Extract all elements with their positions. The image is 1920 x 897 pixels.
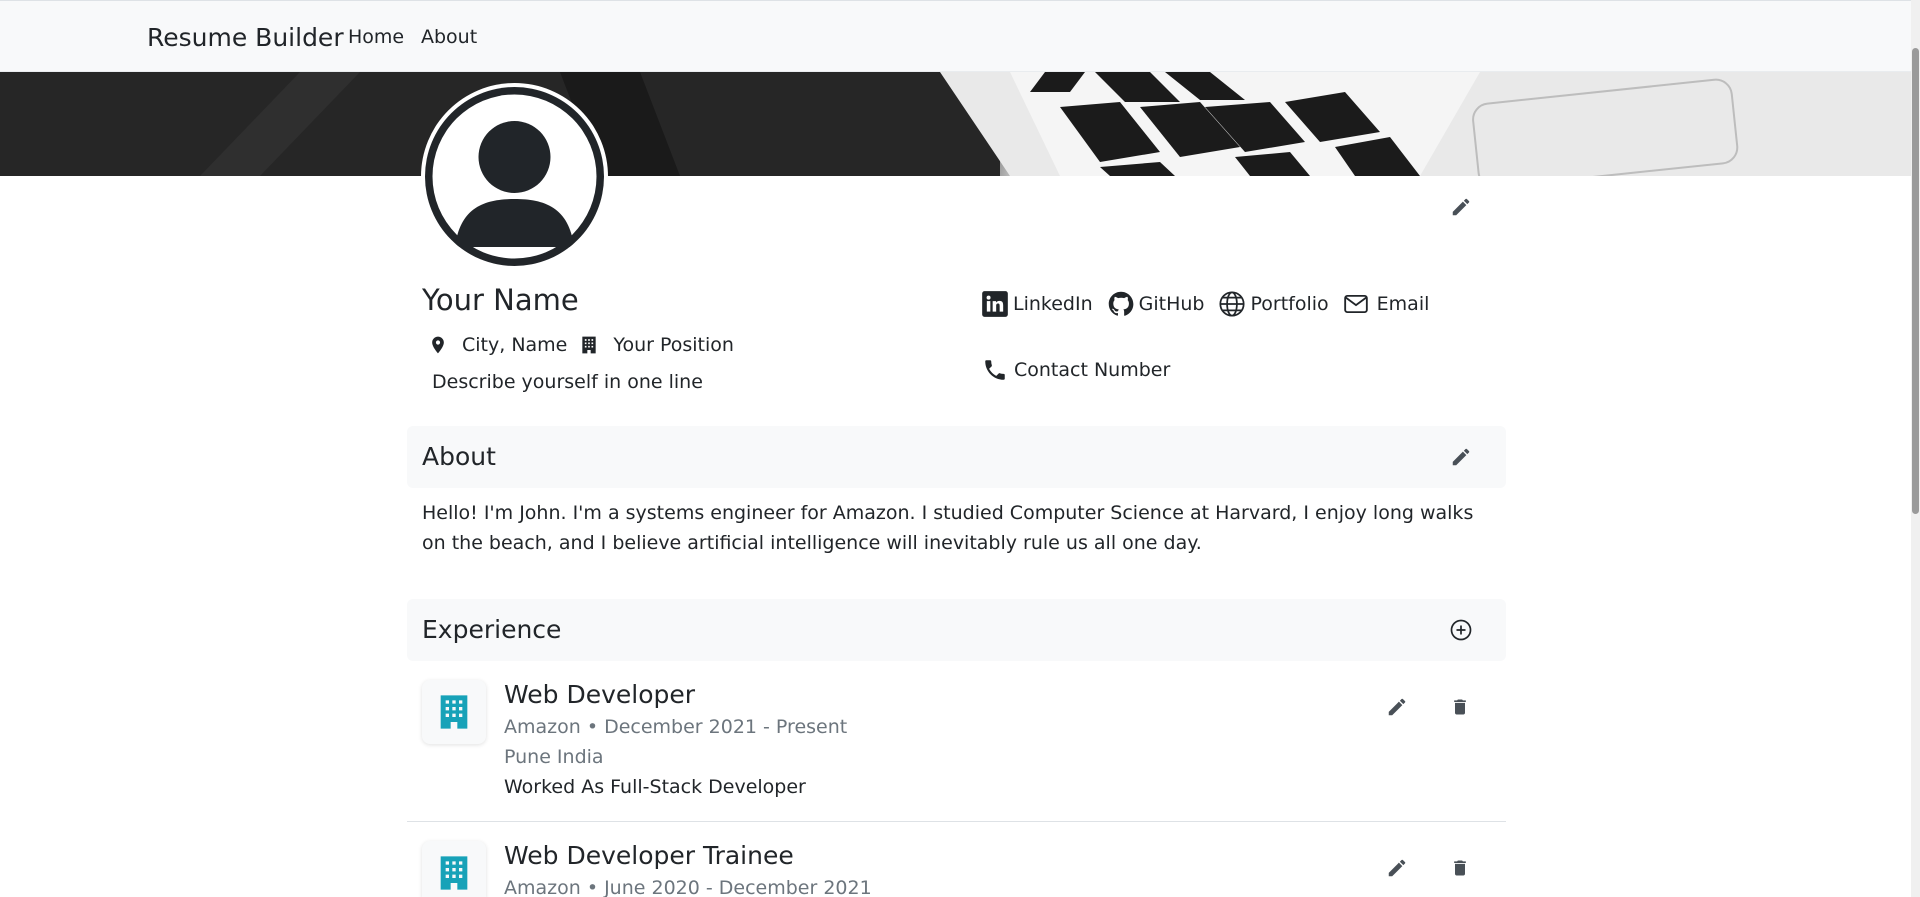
user-silhouette-icon	[432, 94, 597, 259]
building-icon	[582, 336, 597, 354]
edit-experience-button[interactable]	[1382, 853, 1412, 883]
profile-tagline: Describe yourself in one line	[432, 371, 703, 393]
github-link[interactable]: GitHub	[1107, 290, 1205, 318]
trash-icon	[1454, 699, 1466, 715]
cover-banner	[0, 72, 1915, 176]
brand-link[interactable]: Resume Builder	[147, 23, 344, 52]
building-icon	[440, 695, 468, 729]
pencil-icon	[1388, 698, 1406, 716]
email-link[interactable]: Email	[1343, 291, 1430, 317]
experience-description: Worked As Full-Stack Developer	[504, 776, 806, 798]
experience-role: Web Developer Trainee	[504, 841, 794, 870]
trash-icon	[1454, 860, 1466, 876]
experience-section-header: Experience	[407, 599, 1506, 661]
nav-home-link[interactable]: Home	[348, 26, 404, 48]
pencil-icon	[1452, 448, 1470, 466]
about-text: Hello! I'm John. I'm a systems engineer …	[422, 502, 1474, 554]
pencil-icon	[1452, 198, 1470, 216]
profile-links: LinkedIn GitHub Portfolio Email	[981, 290, 1443, 318]
about-title: About	[422, 442, 496, 471]
portfolio-label: Portfolio	[1250, 293, 1329, 315]
page-scrollbar[interactable]	[1911, 0, 1920, 897]
profile-name: Your Name	[422, 283, 579, 317]
edit-profile-button[interactable]	[1446, 192, 1476, 222]
delete-experience-button[interactable]	[1445, 692, 1475, 722]
experience-divider	[407, 821, 1506, 822]
globe-icon	[1219, 291, 1246, 317]
experience-location: Pune India	[504, 746, 604, 768]
map-pin-icon	[432, 336, 444, 354]
company-logo	[422, 680, 486, 744]
scrollbar-thumb[interactable]	[1912, 48, 1919, 514]
experience-item: Web Developer Amazon • December 2021 - P…	[407, 680, 1506, 800]
plus-circle-icon	[1450, 619, 1472, 641]
experience-item: Web Developer Trainee Amazon • June 2020…	[407, 841, 1506, 897]
company-logo	[422, 841, 486, 897]
edit-experience-button[interactable]	[1382, 692, 1412, 722]
pencil-icon	[1388, 859, 1406, 877]
github-icon	[1108, 291, 1134, 316]
experience-company-dates: Amazon • December 2021 - Present	[504, 716, 848, 738]
profile-meta: City, Name Your Position	[428, 333, 734, 357]
contact-number-label: Contact Number	[1014, 359, 1171, 381]
navbar: Resume Builder Home About	[0, 0, 1920, 72]
linkedin-link[interactable]: LinkedIn	[981, 290, 1093, 318]
experience-role: Web Developer	[504, 680, 696, 709]
add-experience-button[interactable]	[1446, 615, 1476, 645]
laptop-keyboard-image	[0, 72, 1915, 176]
about-section-header: About	[407, 426, 1506, 488]
nav-about-link[interactable]: About	[421, 26, 477, 48]
phone-icon	[985, 360, 1005, 380]
edit-about-button[interactable]	[1446, 442, 1476, 472]
linkedin-icon	[982, 291, 1008, 317]
envelope-icon	[1343, 294, 1368, 314]
linkedin-label: LinkedIn	[1013, 293, 1093, 315]
avatar[interactable]	[421, 83, 608, 270]
email-label: Email	[1376, 293, 1430, 315]
portfolio-link[interactable]: Portfolio	[1218, 290, 1329, 318]
github-label: GitHub	[1138, 293, 1205, 315]
experience-title: Experience	[422, 615, 562, 644]
building-icon	[440, 856, 468, 890]
experience-company-dates: Amazon • June 2020 - December 2021	[504, 877, 872, 897]
delete-experience-button[interactable]	[1445, 853, 1475, 883]
contact-number-link[interactable]: Contact Number	[982, 357, 1170, 383]
profile-position: Your Position	[613, 334, 734, 356]
profile-location: City, Name	[462, 334, 568, 356]
